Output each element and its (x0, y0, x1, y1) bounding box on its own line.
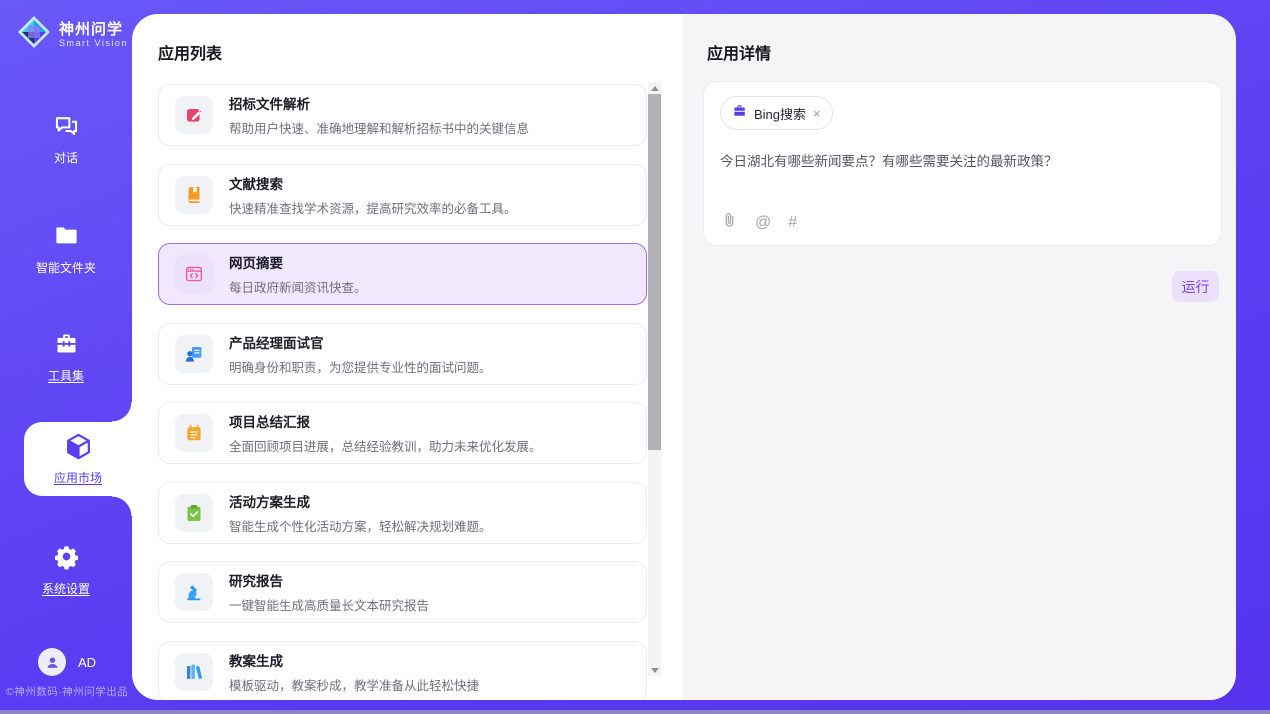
app-list-panel: 应用列表 招标文件解析 帮助用户快速、准确地理解和解析招标书中的关键信息 (132, 14, 683, 700)
app-list-scrollbar[interactable] (648, 82, 661, 676)
tool-chip-label: Bing搜索 (754, 104, 806, 123)
brand-subtitle: Smart Vision (59, 38, 128, 49)
sidebar-item-settings[interactable]: 系统设置 (0, 543, 132, 597)
app-card-list: 招标文件解析 帮助用户快速、准确地理解和解析招标书中的关键信息 文献搜索 快速精… (158, 84, 647, 700)
avatar (38, 648, 66, 676)
microscope-icon (175, 573, 213, 611)
app-card-bid-analysis[interactable]: 招标文件解析 帮助用户快速、准确地理解和解析招标书中的关键信息 (158, 84, 647, 146)
app-card-description: 快速精准查找学术资源，提高研究效率的必备工具。 (229, 198, 517, 217)
tool-chip-bing-search[interactable]: Bing搜索 × (720, 96, 833, 130)
app-card-title: 网页摘要 (229, 252, 367, 272)
active-tab-curve-bottom (112, 496, 132, 516)
chip-close-icon[interactable]: × (813, 107, 821, 120)
app-card-description: 一键智能生成高质量长文本研究报告 (229, 595, 429, 614)
folder-icon (53, 222, 80, 254)
app-card-description: 模板驱动，教案秒成，教学准备从此轻松快捷 (229, 675, 479, 694)
mention-icon[interactable]: @ (755, 215, 771, 231)
app-card-title: 招标文件解析 (229, 93, 529, 113)
app-card-title: 教案生成 (229, 650, 479, 670)
app-card-pm-interviewer[interactable]: 产品经理面试官 明确身份和职责，为您提供专业性的面试问题。 (158, 323, 647, 385)
sidebar-item-label: 对话 (0, 149, 132, 166)
app-card-description: 智能生成个性化活动方案，轻松解决规划难题。 (229, 516, 492, 535)
app-list-title: 应用列表 (158, 40, 222, 64)
sidebar-item-label: 应用市场 (24, 469, 132, 486)
report-note-icon (175, 414, 213, 452)
sidebar-item-label: 系统设置 (0, 580, 132, 597)
scrollbar-up-arrow-icon[interactable] (648, 82, 661, 94)
app-card-lesson-plan[interactable]: 教案生成 模板驱动，教案秒成，教学准备从此轻松快捷 (158, 641, 647, 701)
scrollbar-thumb[interactable] (648, 94, 661, 450)
app-card-title: 研究报告 (229, 570, 429, 590)
sidebar-item-chat[interactable]: 对话 (0, 112, 132, 166)
app-card-research-report[interactable]: 研究报告 一键智能生成高质量长文本研究报告 (158, 561, 647, 623)
user-label: AD (78, 655, 96, 670)
interviewer-icon (175, 335, 213, 373)
sidebar-item-label: 工具集 (0, 367, 132, 384)
toolbox-icon (53, 330, 80, 362)
book-icon (175, 176, 213, 214)
app-card-description: 明确身份和职责，为您提供专业性的面试问题。 (229, 357, 492, 376)
bottom-edge (0, 710, 1270, 714)
user-profile[interactable]: AD (38, 648, 96, 676)
app-card-title: 产品经理面试官 (229, 332, 492, 352)
clipboard-check-icon (175, 494, 213, 532)
chat-icon (53, 112, 80, 144)
app-card-description: 每日政府新闻资讯快查。 (229, 277, 367, 296)
sidebar-footer-copyright: ©神州数码·神州问学出品 (0, 684, 140, 699)
app-card-literature-search[interactable]: 文献搜索 快速精准查找学术资源，提高研究效率的必备工具。 (158, 164, 647, 226)
app-detail-title: 应用详情 (707, 40, 771, 64)
gear-icon (53, 543, 80, 575)
sidebar-item-label: 智能文件夹 (0, 259, 132, 276)
prompt-input-card[interactable]: Bing搜索 × 今日湖北有哪些新闻要点？有哪些需要关注的最新政策？ @ # (703, 81, 1222, 246)
app-card-description: 全面回顾项目进展，总结经验教训，助力未来优化发展。 (229, 436, 542, 455)
app-card-project-summary[interactable]: 项目总结汇报 全面回顾项目进展，总结经验教训，助力未来优化发展。 (158, 402, 647, 464)
attachment-icon[interactable] (721, 212, 738, 234)
cube-icon (63, 449, 94, 466)
brand-name: 神州问学 (59, 21, 128, 38)
brand: 神州问学 Smart Vision (16, 14, 128, 55)
prompt-text[interactable]: 今日湖北有哪些新闻要点？有哪些需要关注的最新政策？ (720, 150, 1205, 170)
edit-document-icon (175, 96, 213, 134)
input-toolbar: @ # (721, 212, 797, 234)
browser-code-icon (175, 255, 213, 293)
app-card-web-summary-selected[interactable]: 网页摘要 每日政府新闻资讯快查。 (158, 243, 647, 305)
brand-gem-icon (16, 14, 52, 55)
app-card-title: 项目总结汇报 (229, 411, 542, 431)
app-card-title: 活动方案生成 (229, 491, 492, 511)
hashtag-icon[interactable]: # (788, 215, 797, 231)
app-card-event-plan[interactable]: 活动方案生成 智能生成个性化活动方案，轻松解决规划难题。 (158, 482, 647, 544)
run-button[interactable]: 运行 (1172, 271, 1219, 302)
app-detail-panel: 应用详情 Bing搜索 × 今日湖北有哪些新闻要点？有哪些需要关注的最新政策？ (683, 14, 1236, 700)
sidebar-item-smart-folder[interactable]: 智能文件夹 (0, 222, 132, 276)
app-card-title: 文献搜索 (229, 173, 517, 193)
scrollbar-down-arrow-icon[interactable] (648, 664, 661, 676)
active-tab-curve-top (112, 402, 132, 422)
books-icon (175, 653, 213, 691)
sidebar-item-toolset[interactable]: 工具集 (0, 330, 132, 384)
sidebar: 神州问学 Smart Vision 对话 智能文件夹 工具集 (0, 0, 132, 714)
sidebar-item-app-market-active[interactable]: 应用市场 (24, 422, 132, 496)
briefcase-icon (732, 103, 747, 123)
app-card-description: 帮助用户快速、准确地理解和解析招标书中的关键信息 (229, 118, 529, 137)
content-shell: 应用列表 招标文件解析 帮助用户快速、准确地理解和解析招标书中的关键信息 (132, 14, 1236, 700)
